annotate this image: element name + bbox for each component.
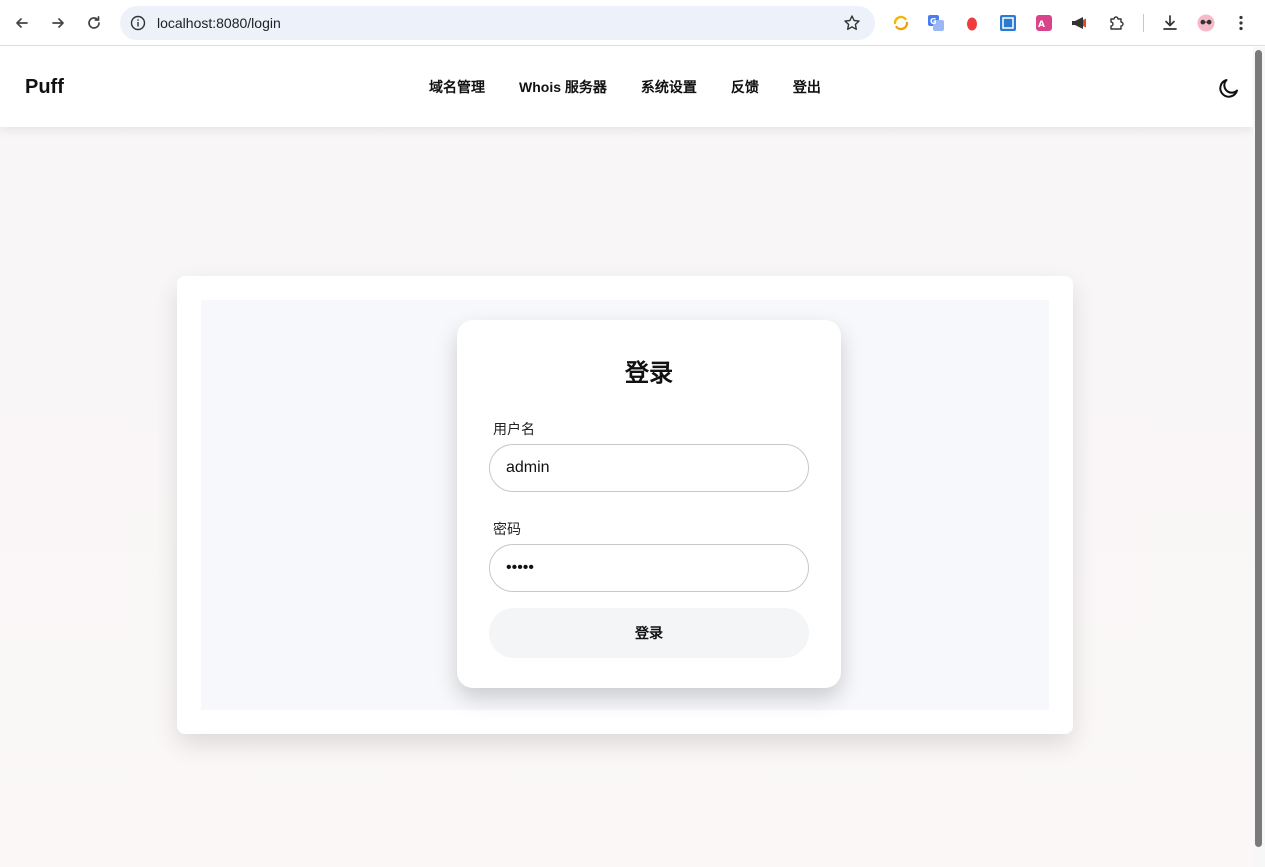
username-input[interactable]	[489, 444, 809, 492]
svg-text:G: G	[930, 17, 937, 26]
extension-translator-icon[interactable]: A	[1034, 13, 1054, 33]
extension-dictionary-icon[interactable]	[998, 13, 1018, 33]
extensions-puzzle-icon[interactable]	[1107, 13, 1127, 33]
page-scrollbar[interactable]	[1253, 47, 1265, 867]
username-label: 用户名	[493, 421, 535, 437]
bookmark-star-icon[interactable]	[843, 14, 861, 32]
back-button[interactable]	[9, 10, 35, 36]
url-text: localhost:8080/login	[157, 15, 281, 31]
arrow-left-icon	[16, 18, 28, 28]
reload-icon	[88, 15, 100, 29]
content-card: 登录 用户名 密码 登录	[177, 276, 1073, 734]
nav-domain-management[interactable]: 域名管理	[412, 78, 502, 96]
login-card: 登录 用户名 密码 登录	[457, 320, 841, 688]
browser-menu-icon[interactable]	[1231, 13, 1251, 33]
password-input[interactable]	[489, 544, 809, 592]
site-info-icon[interactable]	[130, 15, 146, 31]
page-content: Puff 域名管理 Whois 服务器 系统设置 反馈 登出 登录 用户名 密码…	[0, 47, 1253, 867]
forward-button[interactable]	[45, 10, 71, 36]
login-button[interactable]: 登录	[489, 608, 809, 658]
content-panel: 登录 用户名 密码 登录	[201, 300, 1049, 710]
profile-avatar-icon[interactable]	[1196, 13, 1216, 33]
reload-button[interactable]	[81, 10, 107, 36]
login-title: 登录	[625, 360, 673, 387]
nav-system-settings[interactable]: 系统设置	[624, 78, 714, 96]
extension-red-drop-icon[interactable]	[962, 13, 982, 33]
extension-sync-icon[interactable]	[891, 13, 911, 33]
site-header: Puff 域名管理 Whois 服务器 系统设置 反馈 登出	[0, 47, 1253, 127]
moon-icon[interactable]	[1217, 76, 1241, 100]
nav-whois-servers[interactable]: Whois 服务器	[502, 78, 624, 96]
toolbar-separator	[1143, 14, 1144, 32]
arrow-right-icon	[52, 18, 64, 28]
main-nav: 域名管理 Whois 服务器 系统设置 反馈 登出	[412, 78, 838, 96]
extension-translate-icon[interactable]: G	[926, 13, 946, 33]
password-label: 密码	[493, 521, 521, 537]
download-icon[interactable]	[1160, 13, 1180, 33]
scrollbar-thumb[interactable]	[1255, 50, 1262, 847]
browser-toolbar: localhost:8080/login G A	[0, 0, 1265, 46]
svg-text:A: A	[1038, 20, 1045, 30]
nav-feedback[interactable]: 反馈	[714, 78, 776, 96]
address-bar[interactable]: localhost:8080/login	[120, 6, 875, 40]
extension-megaphone-icon[interactable]	[1069, 13, 1089, 33]
nav-logout[interactable]: 登出	[776, 78, 838, 96]
brand-logo[interactable]: Puff	[25, 76, 64, 99]
